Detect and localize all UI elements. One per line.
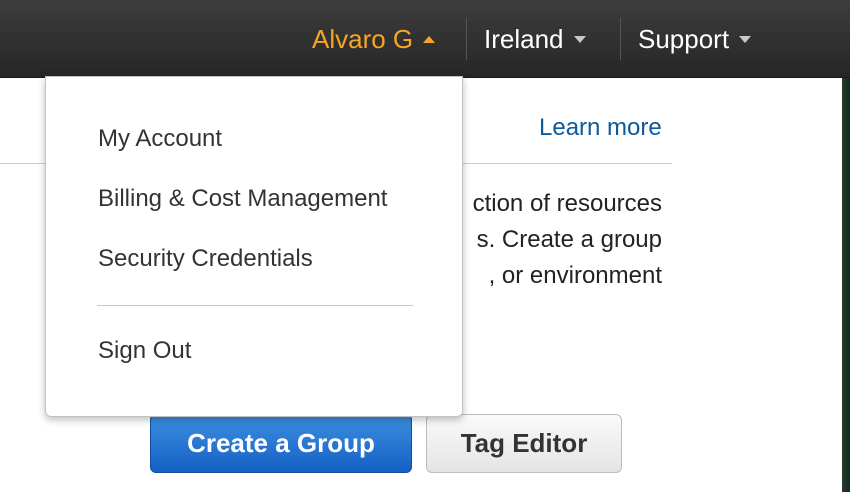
- user-dropdown-menu: My Account Billing & Cost Management Sec…: [45, 76, 463, 417]
- chevron-up-icon: [423, 35, 436, 43]
- menu-item-my-account[interactable]: My Account: [98, 125, 222, 153]
- menu-item-security-credentials[interactable]: Security Credentials: [98, 245, 313, 273]
- region-selector[interactable]: Ireland: [484, 0, 586, 78]
- chevron-down-icon: [739, 35, 752, 43]
- region-label: Ireland: [484, 23, 564, 54]
- support-label: Support: [638, 23, 730, 54]
- menu-item-billing[interactable]: Billing & Cost Management: [98, 185, 387, 213]
- menu-item-sign-out[interactable]: Sign Out: [98, 337, 191, 365]
- window-edge: [842, 78, 850, 492]
- user-menu-toggle[interactable]: Alvaro G: [312, 0, 436, 78]
- user-name: Alvaro G: [312, 23, 414, 54]
- learn-more-link[interactable]: Learn more: [539, 114, 662, 142]
- nav-divider: [466, 18, 467, 60]
- chevron-down-icon: [573, 35, 586, 43]
- top-nav-bar: Alvaro G Ireland Support: [0, 0, 850, 78]
- create-group-button[interactable]: Create a Group: [150, 414, 412, 473]
- tag-editor-button[interactable]: Tag Editor: [426, 414, 622, 473]
- nav-divider: [620, 18, 621, 60]
- menu-divider: [97, 305, 413, 306]
- support-menu[interactable]: Support: [638, 0, 752, 78]
